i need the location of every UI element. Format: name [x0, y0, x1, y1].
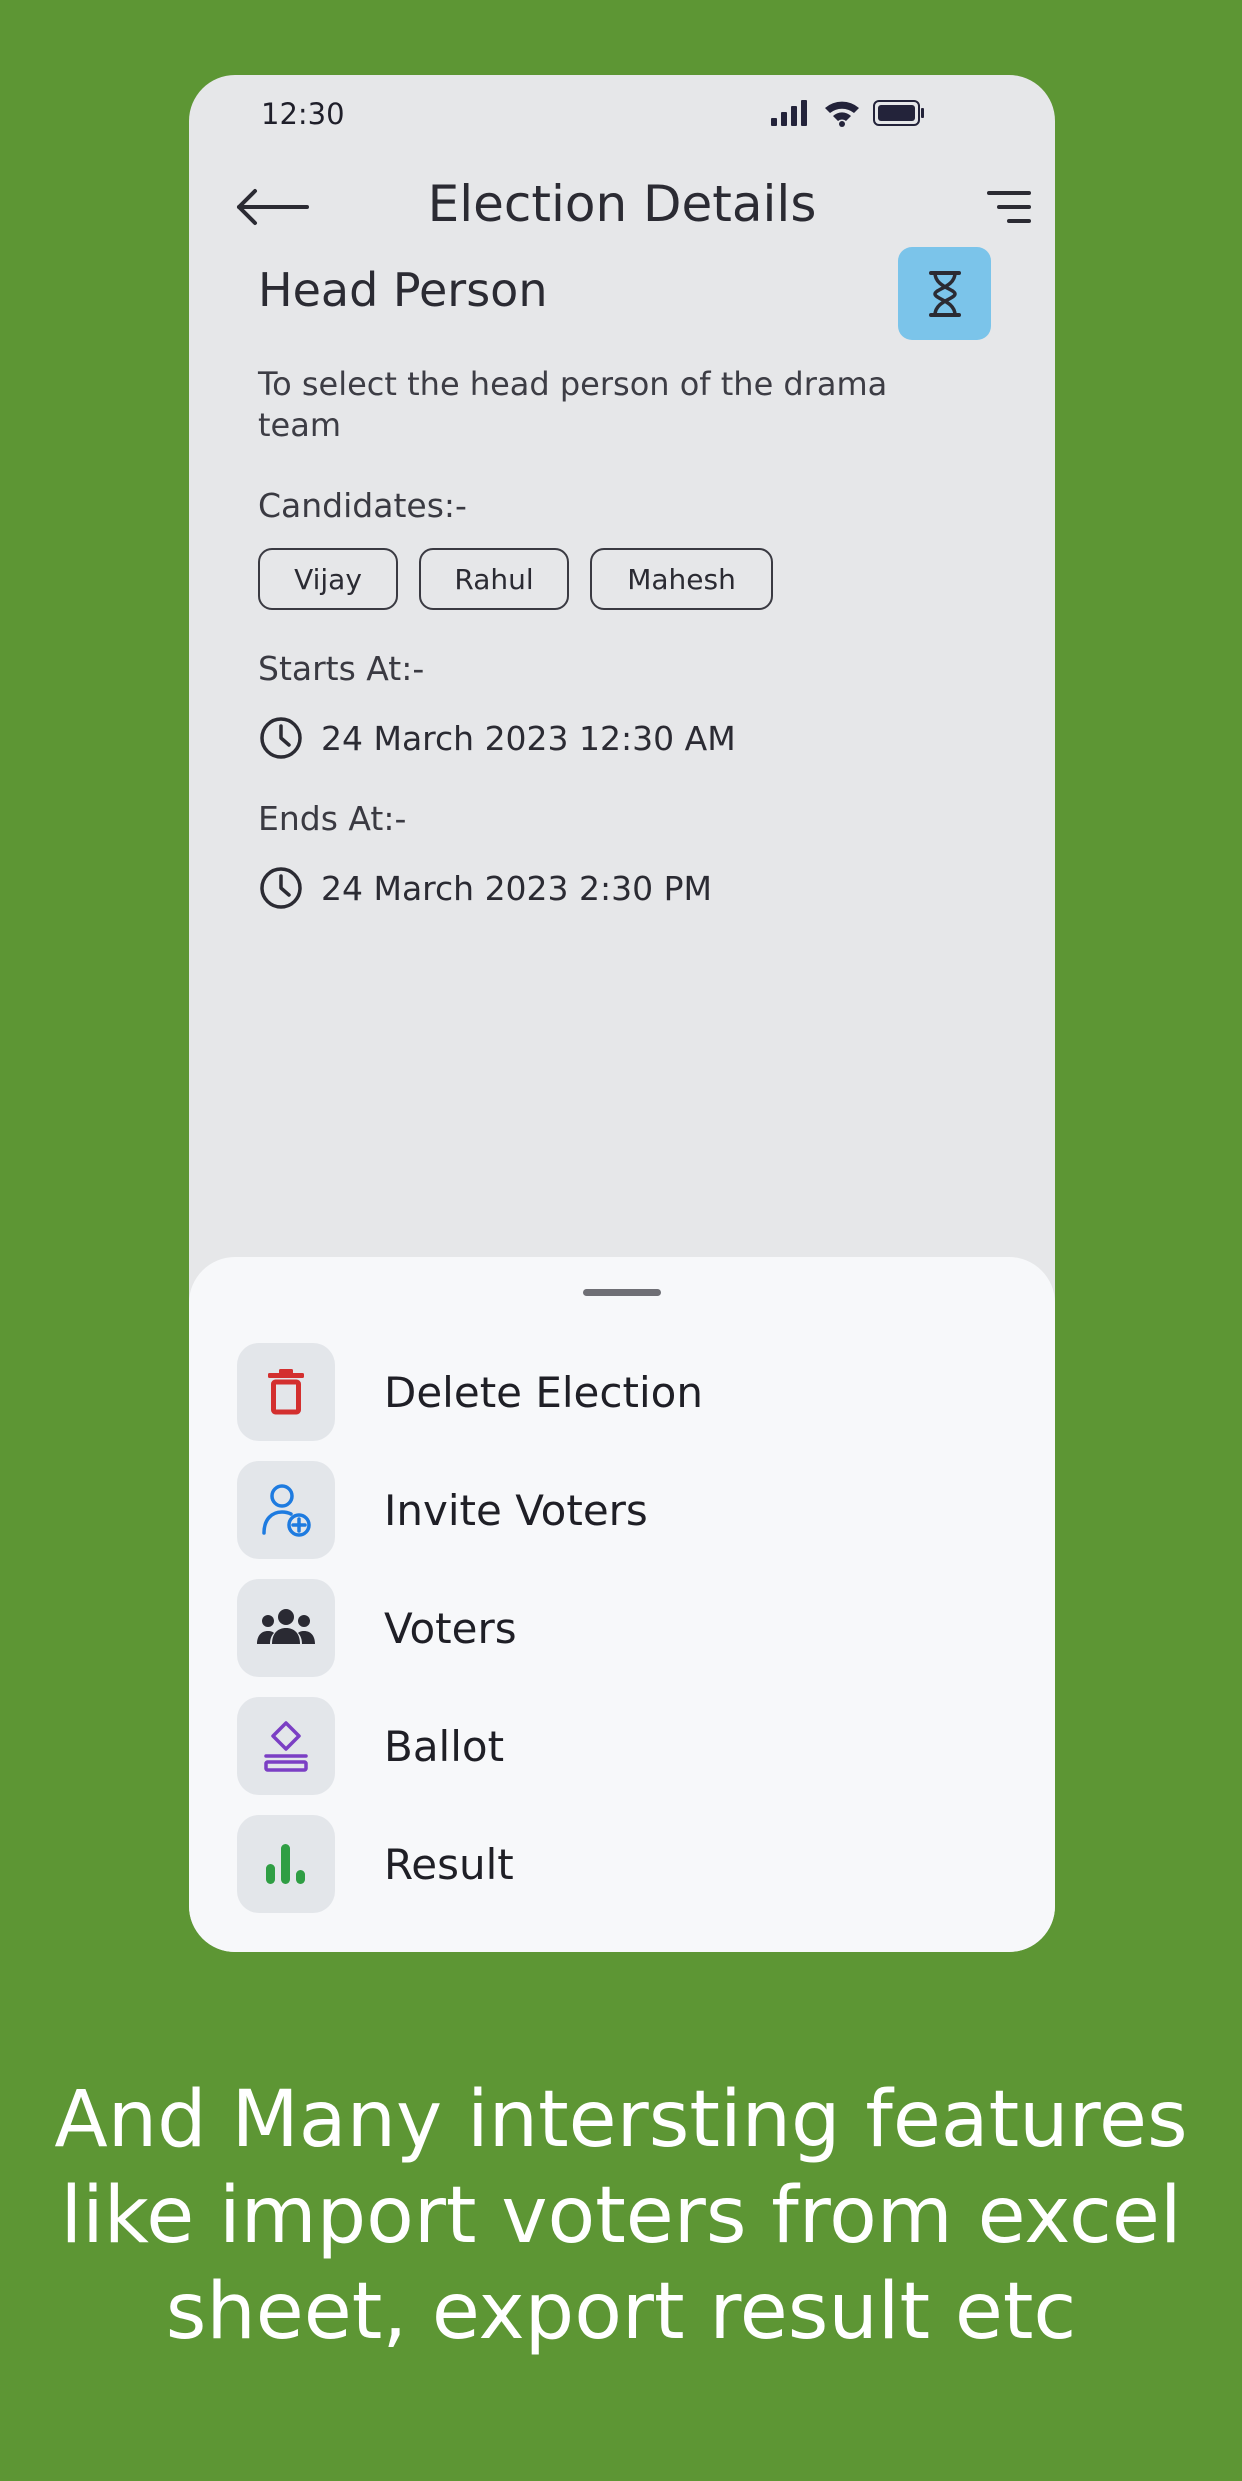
ends-at: 24 March 2023 2:30 PM: [258, 865, 712, 911]
starts-at: 24 March 2023 12:30 AM: [258, 715, 736, 761]
signal-icon: [771, 100, 807, 126]
candidates-label: Candidates:-: [258, 486, 467, 525]
clock-icon: [260, 717, 302, 759]
delete-election-item[interactable]: Delete Election: [237, 1343, 1007, 1441]
menu-icon-box: [237, 1461, 335, 1559]
menu-item-label: Voters: [384, 1603, 517, 1653]
sheet-drag-handle[interactable]: [583, 1289, 661, 1296]
status-time: 12:30: [261, 97, 345, 131]
ballot-item[interactable]: Ballot: [237, 1697, 1007, 1795]
clock-icon: [260, 867, 302, 909]
group-icon: [257, 1609, 315, 1644]
menu-icon-box: [237, 1697, 335, 1795]
add-user-icon: [262, 1484, 311, 1537]
caption-line: like import voters from excel: [60, 2171, 1182, 2261]
wifi-icon: [825, 101, 859, 127]
trash-icon: [268, 1369, 304, 1415]
caption-line: sheet, export result etc: [165, 2267, 1077, 2357]
promo-caption: And Many intersting features like import…: [0, 2072, 1242, 2360]
menu-item-label: Result: [384, 1839, 514, 1889]
phone-screen: 12:30 Election Details Head Person To se…: [189, 75, 1055, 1952]
status-chip: [898, 247, 991, 340]
menu-item-label: Ballot: [384, 1721, 505, 1771]
election-description: To select the head person of the drama t…: [258, 365, 888, 444]
ends-label: Ends At:-: [258, 799, 407, 838]
action-bottom-sheet: Delete Election Invite Voters Voters Bal…: [189, 1257, 1055, 1952]
menu-icon-box: [237, 1815, 335, 1913]
invite-voters-item[interactable]: Invite Voters: [237, 1461, 1007, 1559]
hourglass-icon: [928, 270, 961, 317]
caption-line: And Many intersting features: [54, 2075, 1188, 2165]
starts-label: Starts At:-: [258, 649, 425, 688]
candidate-chip[interactable]: Mahesh: [590, 548, 773, 610]
candidate-list: Vijay Rahul Mahesh: [258, 548, 773, 610]
menu-icon-box: [237, 1343, 335, 1441]
battery-icon: [873, 100, 924, 126]
status-icons: [771, 99, 925, 127]
menu-icon-box: [237, 1579, 335, 1677]
election-name: Head Person: [258, 263, 548, 317]
bar-chart-icon: [266, 1844, 305, 1884]
page-title: Election Details: [427, 175, 817, 233]
status-bar: 12:30: [189, 75, 1055, 155]
ballot-icon: [264, 1721, 308, 1772]
menu-button[interactable]: [979, 183, 1035, 233]
voters-item[interactable]: Voters: [237, 1579, 1007, 1677]
result-item[interactable]: Result: [237, 1815, 1007, 1913]
starts-at-value: 24 March 2023 12:30 AM: [321, 718, 736, 758]
menu-item-label: Delete Election: [384, 1367, 703, 1417]
menu-item-label: Invite Voters: [384, 1485, 648, 1535]
menu-icon: [987, 191, 1031, 223]
candidate-chip[interactable]: Rahul: [419, 548, 569, 610]
ends-at-value: 24 March 2023 2:30 PM: [321, 868, 713, 908]
candidate-chip[interactable]: Vijay: [258, 548, 398, 610]
